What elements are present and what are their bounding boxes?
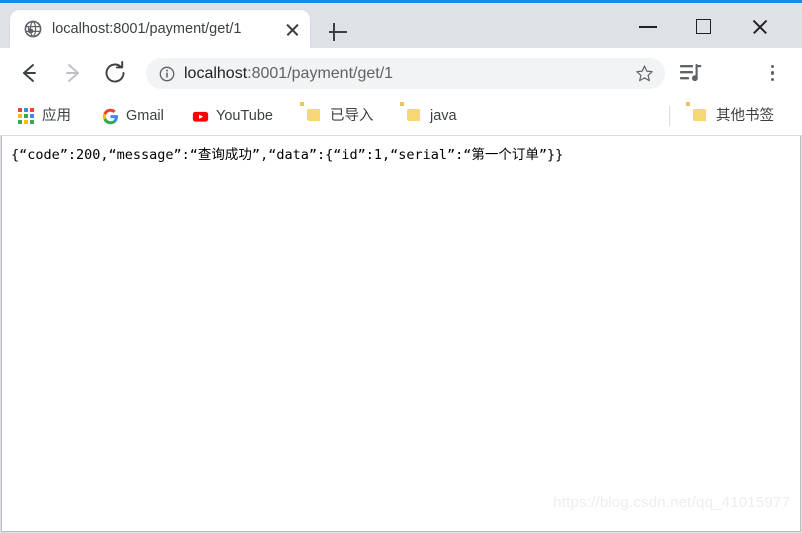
youtube-icon bbox=[192, 108, 209, 125]
browser-tab-active[interactable]: localhost:8001/payment/get/1 bbox=[10, 10, 310, 48]
bookmark-item-gmail[interactable]: Gmail bbox=[96, 103, 170, 129]
maximize-icon bbox=[696, 19, 711, 34]
bookmark-label: Gmail bbox=[126, 108, 164, 124]
bookmark-item-other-bookmarks[interactable]: 其他书签 bbox=[686, 103, 780, 129]
bookmark-label: 其他书签 bbox=[716, 108, 774, 124]
menu-dot bbox=[771, 65, 775, 69]
new-tab-button[interactable] bbox=[325, 19, 351, 45]
bookmark-label: 已导入 bbox=[330, 108, 374, 124]
reload-icon bbox=[105, 61, 125, 83]
window-minimize-button[interactable] bbox=[625, 9, 671, 43]
info-circle-icon[interactable] bbox=[159, 66, 175, 82]
url-text: localhost:8001/payment/get/1 bbox=[184, 62, 393, 85]
globe-icon bbox=[24, 20, 42, 38]
close-icon bbox=[751, 19, 769, 34]
url-path: :8001/payment/get/1 bbox=[247, 65, 394, 82]
bookmark-item-java[interactable]: java bbox=[400, 103, 463, 129]
gmail-icon bbox=[102, 108, 119, 125]
bookmark-item-apps[interactable]: 应用 bbox=[12, 103, 77, 129]
apps-grid-icon bbox=[18, 107, 35, 125]
back-button[interactable] bbox=[13, 57, 45, 89]
window-close-button[interactable] bbox=[737, 9, 783, 43]
watermark-text: https://blog.csdn.net/qq_41015977 bbox=[553, 494, 790, 511]
folder-icon bbox=[406, 108, 423, 125]
url-host: localhost bbox=[184, 65, 248, 82]
bookmark-item-youtube[interactable]: YouTube bbox=[186, 103, 279, 129]
bookmark-label: java bbox=[430, 108, 457, 124]
folder-icon bbox=[692, 108, 709, 125]
bookmark-item-imported[interactable]: 已导入 bbox=[300, 103, 380, 129]
bookmarks-bar: 应用 Gmail YouTube 已导入 java 其他书签 bbox=[0, 97, 802, 136]
bookmarks-divider bbox=[669, 106, 670, 126]
tab-title: localhost:8001/payment/get/1 bbox=[52, 21, 242, 37]
menu-dot bbox=[771, 71, 775, 75]
close-icon[interactable] bbox=[284, 21, 301, 38]
bookmark-label: 应用 bbox=[42, 108, 71, 124]
page-viewport: {“code”:200,“message”:“查询成功”,“data”:{“id… bbox=[1, 136, 801, 532]
reload-button[interactable] bbox=[99, 57, 131, 89]
json-response-text: {“code”:200,“message”:“查询成功”,“data”:{“id… bbox=[11, 147, 564, 163]
arrow-left-icon bbox=[23, 64, 36, 82]
star-icon[interactable] bbox=[635, 64, 654, 83]
arrow-right-icon bbox=[66, 64, 79, 82]
three-dots-menu-icon[interactable] bbox=[762, 62, 784, 84]
address-bar[interactable]: localhost:8001/payment/get/1 bbox=[146, 58, 665, 89]
menu-dot bbox=[771, 77, 775, 81]
browser-window: localhost:8001/payment/get/1 localhost:8… bbox=[0, 0, 802, 533]
browser-toolbar: localhost:8001/payment/get/1 bbox=[0, 48, 802, 140]
window-maximize-button[interactable] bbox=[681, 9, 727, 43]
tab-strip: localhost:8001/payment/get/1 bbox=[0, 3, 802, 48]
bookmark-label: YouTube bbox=[216, 108, 273, 124]
folder-icon bbox=[306, 108, 323, 125]
forward-button[interactable] bbox=[56, 57, 88, 89]
minimize-icon bbox=[639, 26, 657, 28]
media-playlist-icon[interactable] bbox=[679, 62, 703, 84]
